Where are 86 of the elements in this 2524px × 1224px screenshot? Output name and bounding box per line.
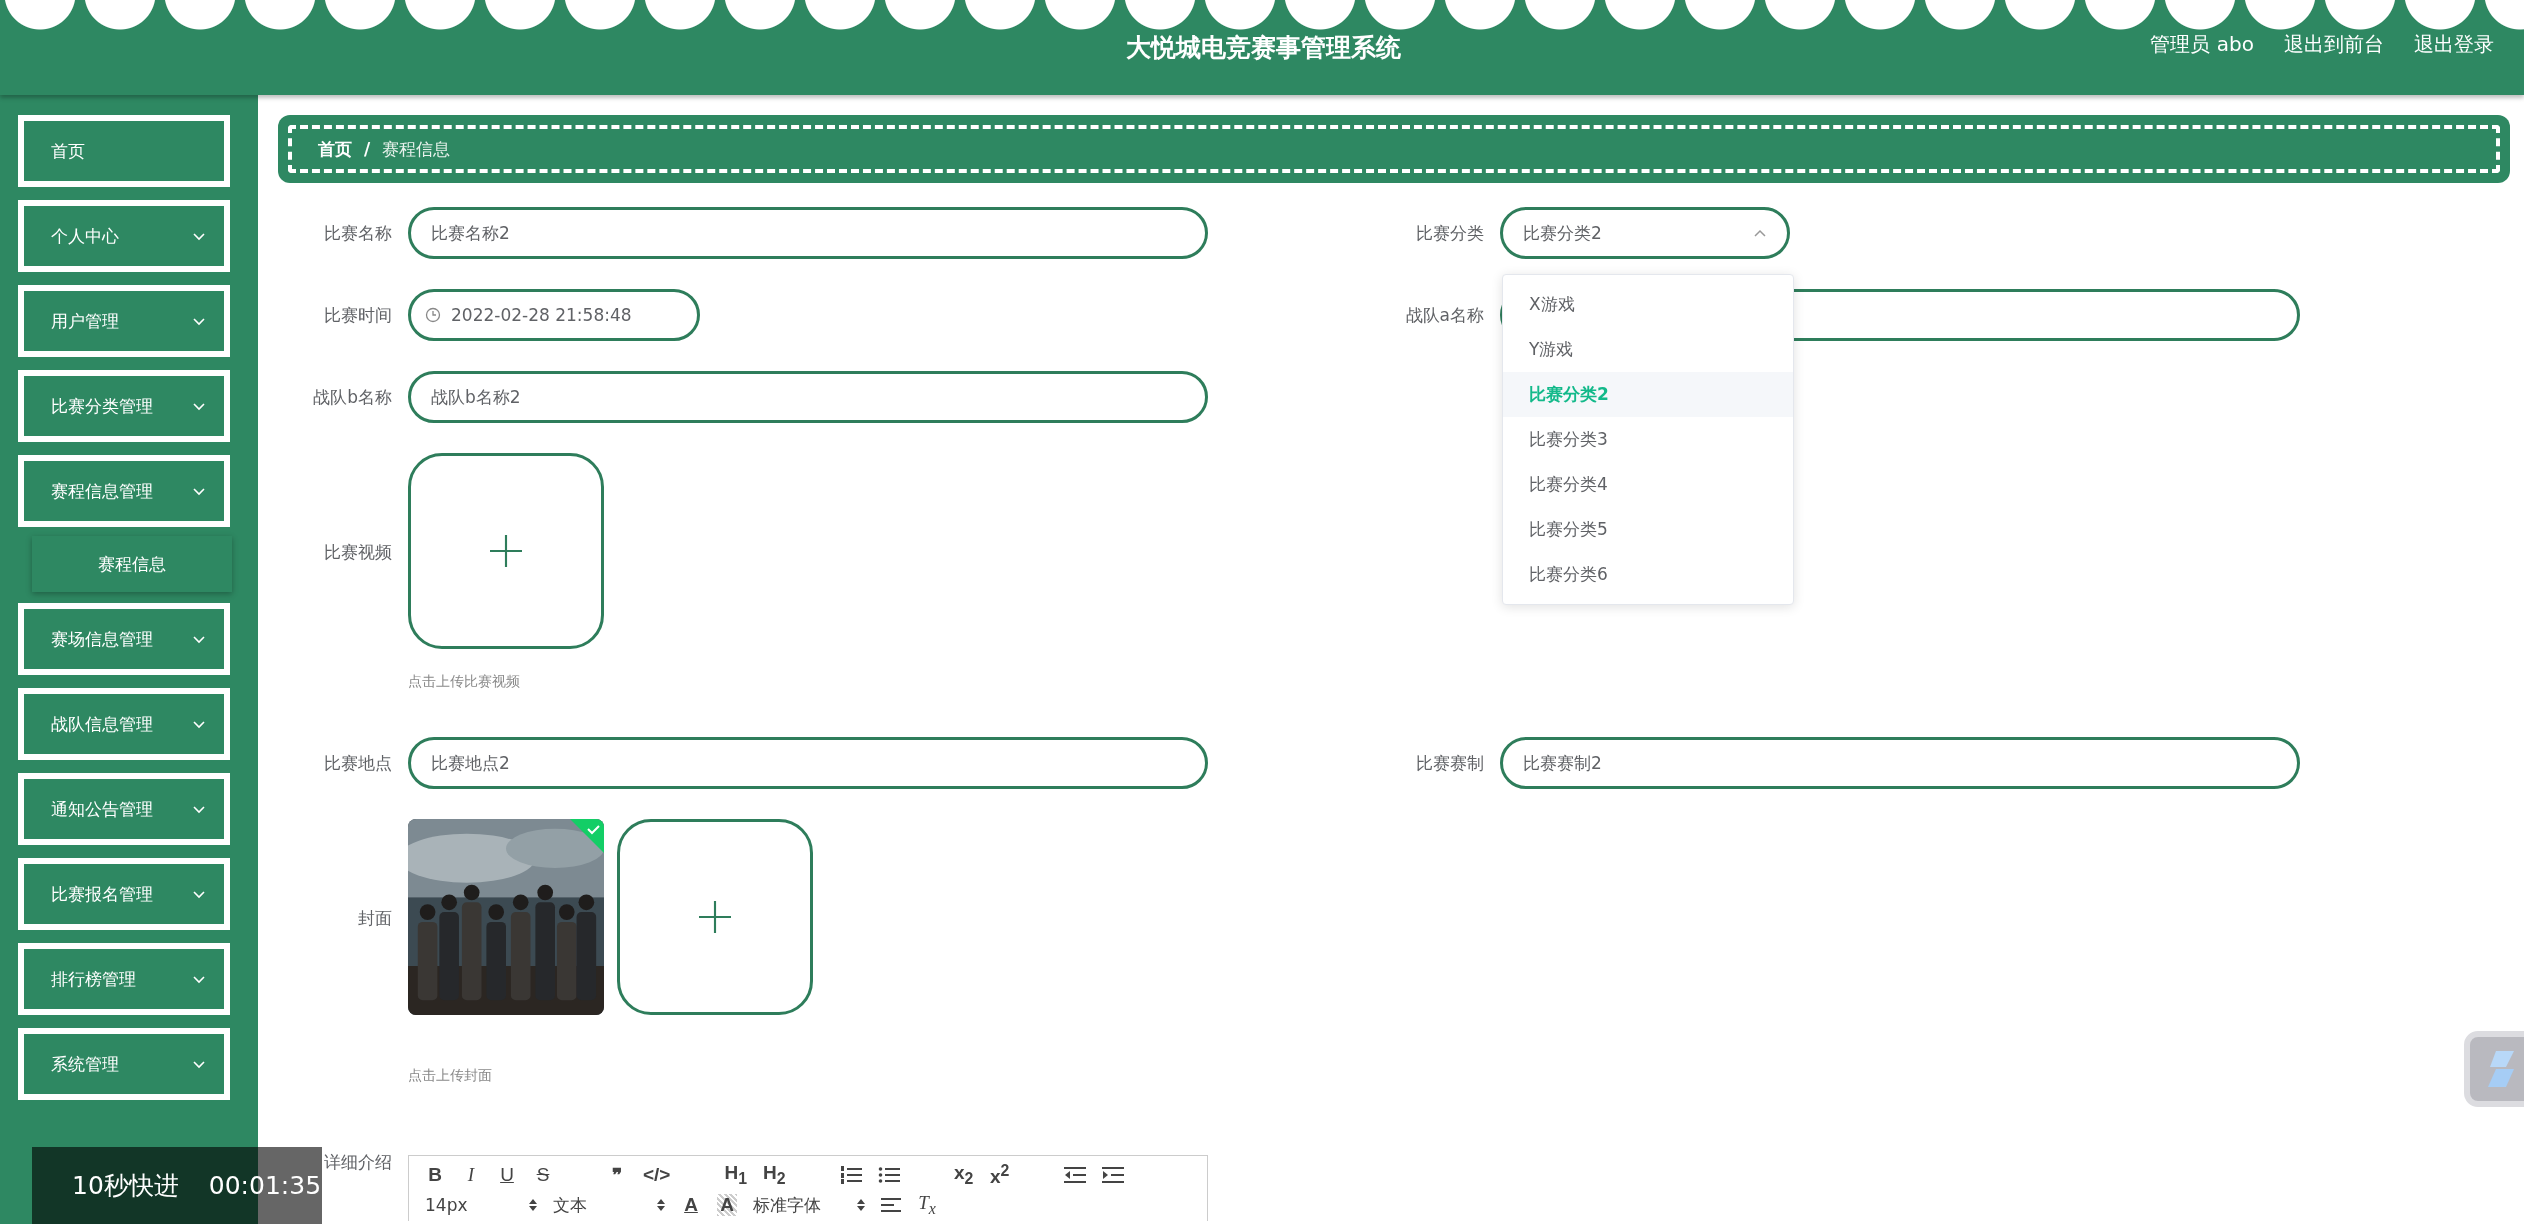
toolbar-button[interactable]: A (717, 1194, 737, 1216)
field-label: 比赛时间 (323, 303, 392, 327)
submenu-item[interactable]: 赛程信息 (32, 536, 232, 592)
field-label: 比赛地点 (323, 751, 392, 775)
toolbar-dropdown[interactable]: 14px (425, 1195, 537, 1215)
toolbar-button[interactable]: ❞ (607, 1163, 627, 1187)
nav-item[interactable]: 赛程信息管理 (18, 455, 230, 527)
field-label: 战队b名称 (312, 385, 392, 409)
chevron-down-icon (192, 230, 206, 242)
field-label: 比赛名称 (323, 221, 392, 245)
dropdown-option[interactable]: 比赛分类3 (1503, 417, 1793, 462)
plus-icon (490, 535, 522, 567)
text-field[interactable]: 比赛赛制2 (1500, 737, 2300, 789)
clock-icon (425, 307, 441, 323)
toolbar-button[interactable]: H$_{1}$ (724, 1162, 748, 1188)
toolbar-button[interactable]: </> (643, 1164, 671, 1186)
rich-text-editor[interactable]: B I U S ❞ </> H$_{1}$ H$_{2}$ x$_{2}$ x$^{2}$ 14px 文本 A A 标准字体 T$_{x}$ (408, 1155, 1208, 1221)
dropdown-option[interactable]: 比赛分类5 (1503, 507, 1793, 552)
numbered-list-icon (839, 1165, 862, 1185)
chevron-down-icon (192, 888, 206, 900)
chevron-down-icon (192, 485, 206, 497)
nav-item[interactable]: 首页 (18, 115, 230, 187)
field-label: 比赛赛制 (1415, 751, 1484, 775)
nav-item[interactable]: 比赛报名管理 (18, 858, 230, 930)
chevron-down-icon (192, 803, 206, 815)
toolbar-button[interactable]: x$^{2}$ (989, 1161, 1010, 1189)
header-link[interactable]: 管理员 abo (2150, 31, 2254, 58)
toolbar-button[interactable]: A (681, 1194, 701, 1216)
text-field[interactable]: 比赛名称2 (408, 207, 1208, 259)
toolbar-button[interactable]: T$_{x}$ (917, 1192, 937, 1218)
nav-item[interactable]: 赛场信息管理 (18, 603, 230, 675)
sort-caret-icon (857, 1198, 865, 1212)
upload-hint: 点击上传比赛视频 (408, 673, 521, 691)
header-link[interactable]: 退出登录 (2414, 31, 2494, 58)
dropdown-option[interactable]: X游戏 (1503, 282, 1793, 327)
breadcrumb-link[interactable]: 首页 (318, 137, 352, 161)
nav-item[interactable]: 战队信息管理 (18, 688, 230, 760)
align-left-icon (881, 1196, 901, 1214)
chevron-down-icon (192, 718, 206, 730)
text-field[interactable]: 比赛地点2 (408, 737, 1208, 789)
sort-caret-icon (657, 1198, 665, 1212)
bullet-list-icon (877, 1165, 900, 1185)
field-label: 战队a名称 (1404, 303, 1484, 327)
field-label: 封面 (357, 907, 392, 930)
nav-item[interactable]: 用户管理 (18, 285, 230, 357)
app-title: 大悦城电竞赛事管理系统 (1126, 32, 1401, 64)
upload-hint: 点击上传封面 (408, 1067, 493, 1085)
toolbar-button[interactable]: B (425, 1164, 445, 1186)
indent-icon (1101, 1165, 1124, 1185)
nav-item[interactable]: 通知公告管理 (18, 773, 230, 845)
toolbar-button[interactable]: x$_{2}$ (953, 1162, 974, 1188)
breadcrumb-separator: / (364, 139, 371, 159)
field-label: 比赛分类 (1415, 221, 1484, 245)
dropdown-option[interactable]: Y游戏 (1503, 327, 1793, 372)
chevron-down-icon (192, 400, 206, 412)
chevron-down-icon (192, 973, 206, 985)
chevron-down-icon (192, 633, 206, 645)
chevron-down-icon (192, 315, 206, 327)
dropdown-option[interactable]: 比赛分类4 (1503, 462, 1793, 507)
text-field[interactable]: 战队b名称2 (408, 371, 1208, 423)
text-field[interactable] (1500, 289, 2300, 341)
dropdown-option[interactable]: 比赛分类6 (1503, 552, 1793, 597)
sort-caret-icon (529, 1198, 537, 1212)
nav-item[interactable]: 系统管理 (18, 1028, 230, 1100)
toolbar-button[interactable]: I (461, 1164, 481, 1186)
toolbar-button[interactable]: H$_{2}$ (763, 1162, 786, 1188)
chevron-down-icon (192, 1058, 206, 1070)
field-label: 详细介绍 (323, 1151, 392, 1174)
plus-icon (699, 901, 731, 933)
breadcrumb-link[interactable]: 赛程信息 (382, 137, 451, 161)
upload-box[interactable] (408, 453, 604, 649)
header-link[interactable]: 退出到前台 (2284, 31, 2384, 58)
outdent-icon (1063, 1165, 1086, 1185)
toolbar-dropdown[interactable]: 标准字体 (753, 1193, 865, 1217)
upload-box[interactable] (617, 819, 813, 1015)
fast-forward-label[interactable]: 10秒快进 (72, 1169, 179, 1202)
select-field[interactable]: 比赛分类2 (1500, 207, 1790, 259)
nav-item[interactable]: 比赛分类管理 (18, 370, 230, 442)
toolbar-button[interactable]: S (533, 1164, 553, 1186)
date-field[interactable]: 2022-02-28 21:58:48 (408, 289, 700, 341)
nav-item[interactable]: 个人中心 (18, 200, 230, 272)
nav-item[interactable]: 排行榜管理 (18, 943, 230, 1015)
field-label: 比赛视频 (323, 541, 392, 564)
toolbar-button[interactable]: U (497, 1164, 517, 1186)
toolbar-dropdown[interactable]: 文本 (553, 1193, 665, 1217)
playback-time: 00:01:35 (208, 1171, 322, 1200)
